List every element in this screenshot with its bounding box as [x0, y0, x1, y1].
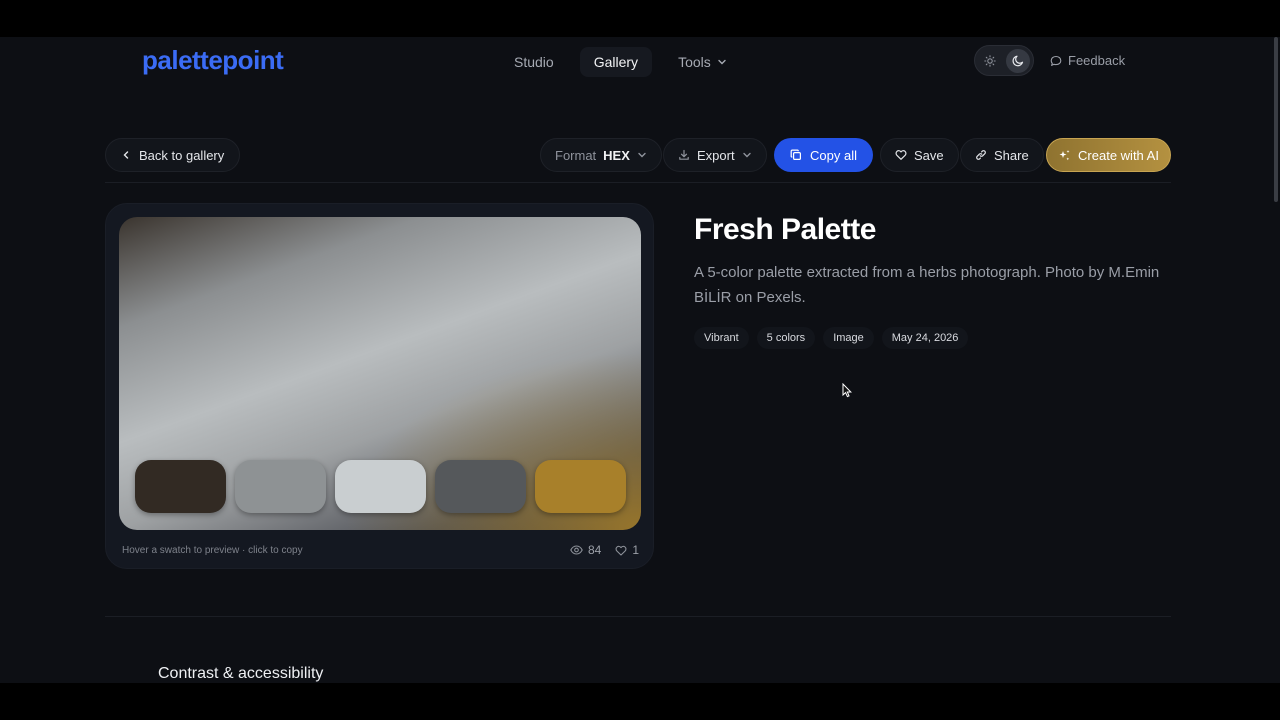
- format-label: Format: [555, 147, 597, 163]
- format-value: HEX: [603, 147, 630, 163]
- page-scrollbar[interactable]: [1274, 37, 1278, 202]
- copy-icon: [790, 149, 802, 161]
- feedback-link[interactable]: Feedback: [1050, 53, 1125, 68]
- swatch-row: [135, 460, 626, 513]
- copy-all-label: Copy all: [810, 147, 857, 163]
- moon-icon[interactable]: [1006, 48, 1030, 73]
- views-count: 84: [587, 543, 602, 557]
- back-to-gallery-button[interactable]: Back to gallery: [105, 138, 241, 172]
- nav-item-gallery[interactable]: Gallery: [579, 47, 653, 77]
- palette-title: Fresh Palette: [694, 213, 876, 246]
- tag-color-count: 5 colors: [756, 327, 816, 349]
- share-button[interactable]: Share: [960, 138, 1044, 172]
- mouse-cursor: [842, 383, 852, 398]
- save-button[interactable]: Save: [880, 138, 959, 172]
- swatch-4[interactable]: [435, 460, 526, 513]
- palette-description: A 5-color palette extracted from a herbs…: [694, 264, 1160, 306]
- brand-logo[interactable]: palettepoint: [142, 45, 284, 76]
- export-button[interactable]: Export: [663, 138, 767, 172]
- swatch-hint: Hover a swatch to preview · click to cop…: [122, 544, 303, 556]
- contrast-section-title: Contrast & accessibility: [158, 665, 324, 682]
- heart-icon: [895, 149, 907, 161]
- nav-label: Tools: [678, 54, 711, 70]
- likes-stat[interactable]: 1: [615, 543, 639, 557]
- swatch-5[interactable]: [535, 460, 626, 513]
- nav-label: Gallery: [593, 54, 639, 70]
- toolbar-divider: [105, 182, 1171, 183]
- palette-preview: [119, 217, 641, 530]
- download-icon: [678, 149, 690, 161]
- feedback-label: Feedback: [1068, 53, 1126, 68]
- app-page: palettepoint Studio Gallery Tools Feedba…: [0, 37, 1280, 683]
- tag-style[interactable]: Vibrant: [694, 327, 749, 349]
- swatch-3[interactable]: [335, 460, 426, 513]
- card-footer: Hover a swatch to preview · click to cop…: [122, 543, 639, 557]
- export-label: Export: [697, 147, 735, 163]
- chevron-left-icon: [121, 150, 131, 160]
- section-divider: [105, 616, 1171, 617]
- eye-icon: [570, 545, 583, 555]
- palette-stats: 84 1: [570, 543, 639, 557]
- format-select[interactable]: Format HEX: [540, 138, 662, 172]
- nav-item-studio[interactable]: Studio: [500, 47, 568, 77]
- ai-label: Create with AI: [1078, 147, 1159, 163]
- swatch-1[interactable]: [135, 460, 226, 513]
- chat-bubble-icon: [1050, 55, 1062, 67]
- chevron-down-icon: [637, 150, 647, 160]
- create-with-ai-button[interactable]: Create with AI: [1046, 138, 1171, 172]
- chevron-down-icon: [717, 57, 727, 67]
- link-icon: [975, 149, 987, 161]
- theme-toggle[interactable]: [974, 45, 1034, 76]
- copy-all-button[interactable]: Copy all: [774, 138, 873, 172]
- palette-tags: Vibrant 5 colors Image May 24, 2026: [694, 327, 969, 349]
- likes-count: 1: [632, 543, 639, 557]
- share-label: Share: [994, 147, 1029, 163]
- tag-date: May 24, 2026: [881, 327, 969, 349]
- tag-source: Image: [823, 327, 874, 349]
- sparkles-icon: [1058, 149, 1071, 162]
- main-nav: Studio Gallery Tools: [500, 47, 741, 77]
- heart-icon: [615, 545, 627, 556]
- save-label: Save: [914, 147, 944, 163]
- nav-label: Studio: [514, 54, 554, 70]
- palette-card: Hover a swatch to preview · click to cop…: [105, 203, 654, 569]
- nav-item-tools[interactable]: Tools: [664, 47, 741, 77]
- sun-icon[interactable]: [978, 49, 1002, 73]
- views-stat: 84: [570, 543, 601, 557]
- chevron-down-icon: [742, 150, 752, 160]
- back-label: Back to gallery: [139, 147, 225, 163]
- swatch-2[interactable]: [235, 460, 326, 513]
